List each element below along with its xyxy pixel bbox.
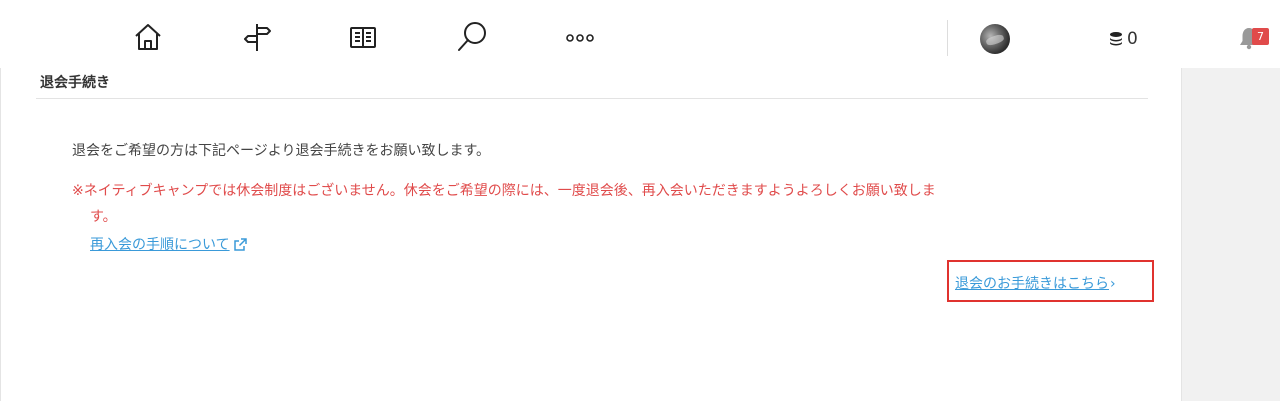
section-title: 退会手続き — [40, 75, 110, 91]
intro-text: 退会をご希望の方は下記ページより退会手続きをお願い致します。 — [72, 143, 491, 159]
section-divider — [36, 98, 1148, 99]
signpost-icon[interactable] — [240, 20, 274, 54]
coin-stack-icon — [1110, 32, 1122, 46]
notification-badge: 7 — [1252, 28, 1269, 45]
coin-balance[interactable]: 0 — [1108, 28, 1138, 50]
top-nav-bar: 0 7 — [0, 0, 1280, 69]
home-icon[interactable] — [131, 20, 165, 54]
warning-line-1: ※ネイティブキャンプでは休会制度はございません。休会をご希望の際には、一度退会後… — [72, 183, 936, 199]
warning-text: ※ネイティブキャンプでは休会制度はございません。休会をご希望の際には、一度退会後… — [72, 178, 1122, 230]
rejoin-procedure-link[interactable]: 再入会の手順について — [90, 234, 248, 254]
avatar[interactable] — [980, 24, 1010, 54]
nav-divider — [947, 20, 948, 56]
more-icon[interactable] — [563, 20, 597, 54]
book-icon[interactable] — [346, 20, 380, 54]
side-panel — [1182, 68, 1280, 401]
external-link-icon — [233, 237, 247, 251]
withdraw-procedure-link[interactable]: 退会のお手続きはこちら› — [955, 273, 1116, 293]
rejoin-link-label: 再入会の手順について — [90, 237, 230, 253]
coin-count: 0 — [1127, 29, 1138, 49]
withdraw-link-label: 退会のお手続きはこちら — [955, 276, 1109, 292]
search-icon[interactable] — [455, 20, 489, 54]
warning-line-2: す。 — [90, 209, 117, 225]
chevron-right-icon: › — [1110, 276, 1116, 292]
